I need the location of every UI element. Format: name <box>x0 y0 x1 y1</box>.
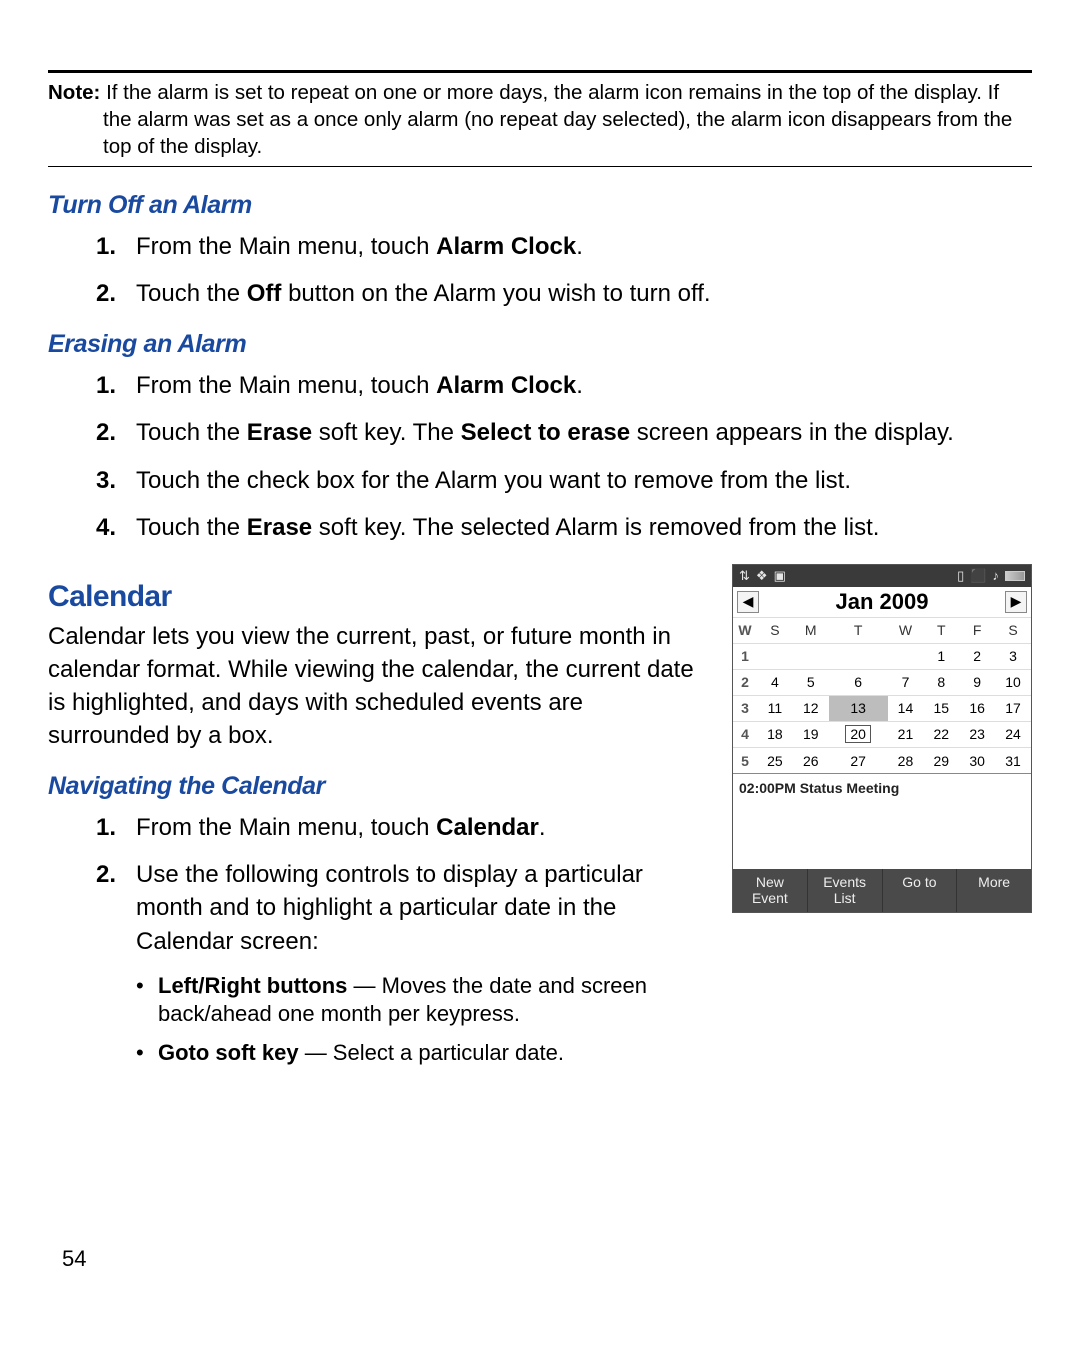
heading-turn-off-alarm: Turn Off an Alarm <box>48 191 1032 220</box>
step: Touch the Erase soft key. The Select to … <box>48 416 1032 449</box>
note-block: Note: If the alarm is set to repeat on o… <box>48 79 1032 160</box>
day-header: F <box>959 617 995 643</box>
calendar-intro: Calendar lets you view the current, past… <box>48 620 704 752</box>
step: From the Main menu, touch Alarm Clock. <box>48 369 1032 402</box>
event-text: 02:00PM Status Meeting <box>733 773 1031 869</box>
calendar-day[interactable]: 12 <box>793 695 829 721</box>
day-header: S <box>995 617 1031 643</box>
calendar-day[interactable]: 20 <box>829 721 888 747</box>
day-header: T <box>923 617 959 643</box>
softkey-more[interactable]: More <box>957 869 1031 912</box>
calendar-day[interactable]: 8 <box>923 669 959 695</box>
status-icon: ▯ <box>957 568 964 584</box>
calendar-day[interactable]: 29 <box>923 747 959 773</box>
step: From the Main menu, touch Alarm Clock. <box>48 230 1032 263</box>
calendar-day[interactable]: 19 <box>793 721 829 747</box>
step: Use the following controls to display a … <box>48 858 704 957</box>
calendar-day[interactable]: 6 <box>829 669 888 695</box>
signal-icon: ⇅ <box>739 568 750 584</box>
calendar-day[interactable]: 21 <box>888 721 924 747</box>
next-month-button[interactable]: ▶ <box>1005 591 1027 613</box>
calendar-day[interactable]: 13 <box>829 695 888 721</box>
calendar-day[interactable]: 5 <box>793 669 829 695</box>
calendar-day <box>757 643 793 669</box>
day-header: S <box>757 617 793 643</box>
status-icon: ▣ <box>774 568 786 584</box>
heading-calendar: Calendar <box>48 580 704 614</box>
calendar-day <box>888 643 924 669</box>
step: Touch the Off button on the Alarm you wi… <box>48 277 1032 310</box>
heading-erasing-alarm: Erasing an Alarm <box>48 330 1032 359</box>
calendar-day[interactable]: 16 <box>959 695 995 721</box>
bullet-icon: • <box>136 1039 144 1068</box>
bullet: • Left/Right buttons — Moves the date an… <box>48 972 704 1029</box>
heading-navigating-calendar: Navigating the Calendar <box>48 772 704 801</box>
note-label: Note: <box>48 81 100 104</box>
softkey-go-to[interactable]: Go to <box>883 869 958 912</box>
calendar-day[interactable]: 22 <box>923 721 959 747</box>
softkey-events-list[interactable]: EventsList <box>808 869 883 912</box>
sound-icon: ♪ <box>993 568 1000 583</box>
week-number: 4 <box>733 721 757 747</box>
day-header: T <box>829 617 888 643</box>
note-text: If the alarm is set to repeat on one or … <box>100 81 1012 158</box>
calendar-day[interactable]: 14 <box>888 695 924 721</box>
calendar-day[interactable]: 28 <box>888 747 924 773</box>
erasing-steps: From the Main menu, touch Alarm Clock. T… <box>48 369 1032 543</box>
calendar-day[interactable]: 4 <box>757 669 793 695</box>
calendar-screenshot: ⇅ ❖ ▣ ▯ ⬛ ♪ ◀ Jan 2009 ▶ WSMTWTFS 112324… <box>732 564 1032 913</box>
day-header: W <box>733 617 757 643</box>
month-title: Jan 2009 <box>836 589 929 615</box>
week-number: 3 <box>733 695 757 721</box>
calendar-day[interactable]: 11 <box>757 695 793 721</box>
week-number: 5 <box>733 747 757 773</box>
turn-off-steps: From the Main menu, touch Alarm Clock. T… <box>48 230 1032 310</box>
step: Touch the Erase soft key. The selected A… <box>48 511 1032 544</box>
calendar-day[interactable]: 17 <box>995 695 1031 721</box>
battery-icon <box>1005 571 1025 581</box>
navigating-steps: From the Main menu, touch Calendar. Use … <box>48 811 704 957</box>
calendar-day[interactable]: 2 <box>959 643 995 669</box>
calendar-day[interactable]: 3 <box>995 643 1031 669</box>
calendar-day[interactable]: 18 <box>757 721 793 747</box>
calendar-day <box>829 643 888 669</box>
status-icon: ⬛ <box>970 568 986 584</box>
bullet-icon: • <box>136 972 144 1001</box>
calendar-day[interactable]: 1 <box>923 643 959 669</box>
day-header: W <box>888 617 924 643</box>
calendar-day[interactable]: 26 <box>793 747 829 773</box>
calendar-day <box>793 643 829 669</box>
calendar-day[interactable]: 25 <box>757 747 793 773</box>
calendar-day[interactable]: 31 <box>995 747 1031 773</box>
calendar-day[interactable]: 15 <box>923 695 959 721</box>
status-bar: ⇅ ❖ ▣ ▯ ⬛ ♪ <box>733 565 1031 587</box>
step: Touch the check box for the Alarm you wa… <box>48 464 1032 497</box>
day-header: M <box>793 617 829 643</box>
status-icon: ❖ <box>756 568 768 584</box>
navigating-bullets: • Left/Right buttons — Moves the date an… <box>48 972 704 1068</box>
page-number: 54 <box>62 1246 86 1272</box>
bullet: • Goto soft key — Select a particular da… <box>48 1039 704 1068</box>
step: From the Main menu, touch Calendar. <box>48 811 704 844</box>
calendar-grid: WSMTWTFS 1123245678910311121314151617418… <box>733 617 1031 774</box>
calendar-day[interactable]: 10 <box>995 669 1031 695</box>
softkey-new-event[interactable]: NewEvent <box>733 869 808 912</box>
calendar-day[interactable]: 7 <box>888 669 924 695</box>
calendar-day[interactable]: 23 <box>959 721 995 747</box>
calendar-day[interactable]: 27 <box>829 747 888 773</box>
calendar-day[interactable]: 9 <box>959 669 995 695</box>
calendar-day[interactable]: 30 <box>959 747 995 773</box>
calendar-day[interactable]: 24 <box>995 721 1031 747</box>
prev-month-button[interactable]: ◀ <box>737 591 759 613</box>
week-number: 2 <box>733 669 757 695</box>
week-number: 1 <box>733 643 757 669</box>
